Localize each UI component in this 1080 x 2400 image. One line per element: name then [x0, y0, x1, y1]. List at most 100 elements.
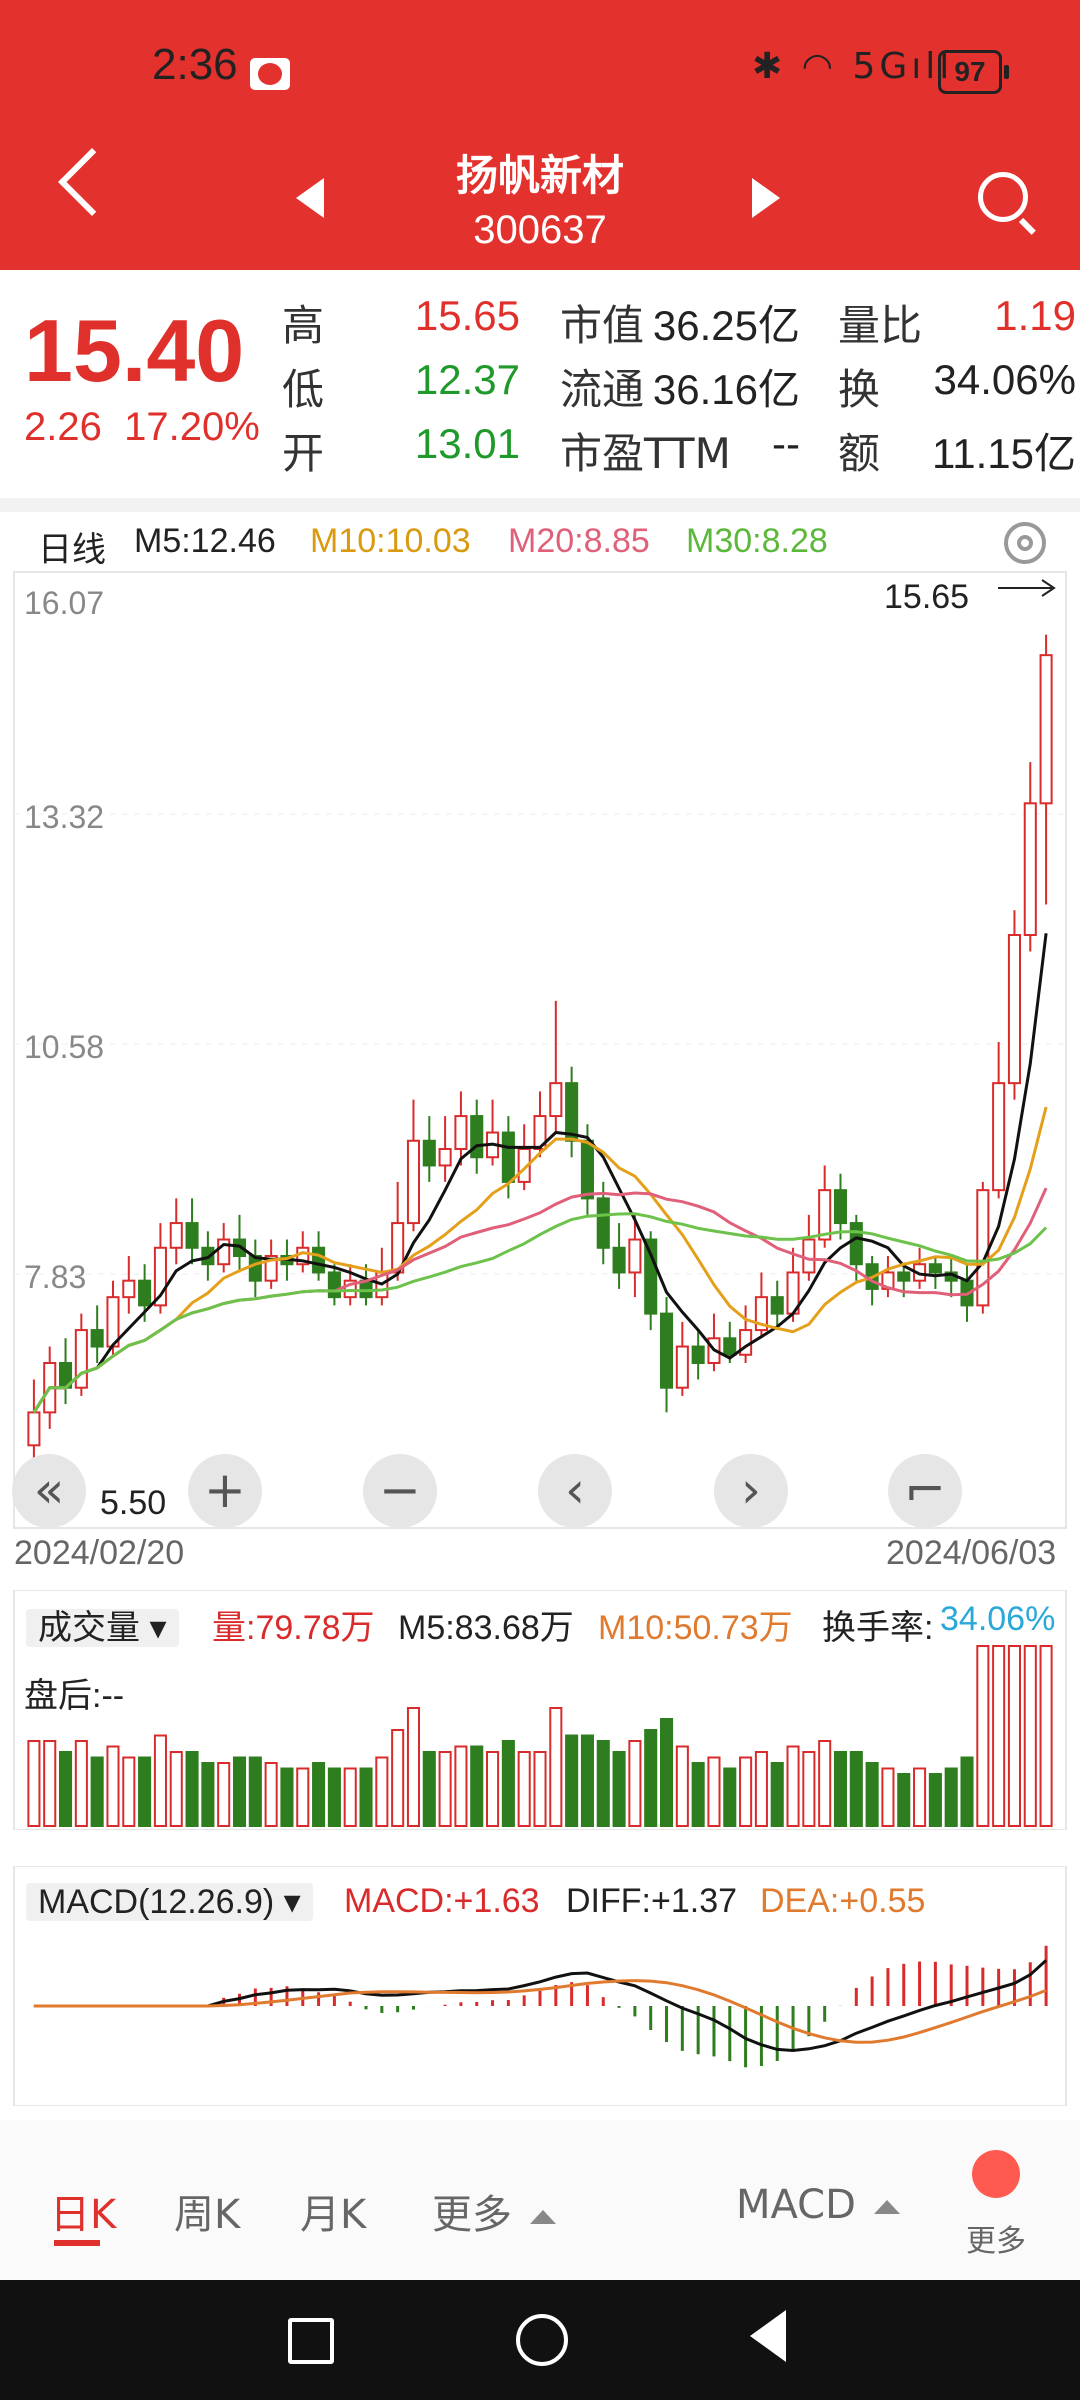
- tab-weekly-k[interactable]: 周K: [174, 2182, 240, 2240]
- candle: [264, 1239, 278, 1289]
- candle: [185, 1198, 199, 1265]
- volume-bar: [122, 1756, 136, 1827]
- back-nav-icon[interactable]: [750, 2310, 786, 2362]
- change-percent: 17.20%: [124, 405, 260, 449]
- float-value: 36.16亿: [652, 366, 800, 413]
- search-icon[interactable]: [978, 172, 1028, 222]
- volume-bar: [739, 1756, 753, 1827]
- caret-up-icon: [530, 2210, 556, 2224]
- more-icon[interactable]: [972, 2150, 1020, 2198]
- mktcap-label: 市值: [560, 301, 645, 350]
- candle: [90, 1305, 104, 1363]
- amount-label: 额: [838, 429, 881, 478]
- volume-bar: [992, 1645, 1006, 1827]
- volume-bar: [359, 1767, 373, 1827]
- volume-bar: [786, 1745, 800, 1827]
- macd-dropdown[interactable]: MACD(12.26.9) ▾: [26, 1882, 313, 1922]
- candle: [517, 1124, 531, 1191]
- candle: [549, 1000, 563, 1133]
- volume-bar: [944, 1767, 958, 1827]
- diff-value: DIFF:+1.37: [566, 1882, 738, 1920]
- indicator-selector[interactable]: MACD: [736, 2182, 900, 2228]
- volume-bar: [1023, 1645, 1037, 1827]
- volume-bar: [849, 1751, 863, 1827]
- network-label: 5G: [852, 46, 912, 87]
- candle: [786, 1247, 800, 1322]
- current-price: 15.40: [24, 301, 245, 400]
- volume-bar: [659, 1718, 674, 1827]
- dea-value: DEA:+0.55: [760, 1882, 926, 1920]
- divider: [0, 498, 1080, 512]
- more-label[interactable]: 更多: [966, 2216, 1026, 2260]
- candle: [1039, 634, 1053, 905]
- volume-bar: [549, 1707, 563, 1827]
- volume-bar: [169, 1751, 183, 1827]
- volume-bar: [565, 1734, 579, 1827]
- home-icon[interactable]: [516, 2314, 568, 2366]
- next-stock-icon[interactable]: [752, 178, 780, 218]
- volume-bar: [675, 1745, 689, 1827]
- pan-right-button[interactable]: ›: [714, 1454, 788, 1528]
- candle: [470, 1099, 484, 1174]
- ma5-line: [32, 933, 1048, 1414]
- ma30-label: M30:8.28: [686, 522, 828, 560]
- volratio-label: 量比: [838, 301, 923, 350]
- candle: [486, 1099, 500, 1166]
- high-marker-label: 15.65: [884, 578, 969, 616]
- zoom-in-button[interactable]: +: [188, 1454, 262, 1528]
- volume-bar: [897, 1773, 911, 1827]
- change-value: 2.26: [24, 405, 102, 449]
- ma20-line: [32, 1187, 1048, 1414]
- tab-more[interactable]: 更多: [432, 2182, 556, 2240]
- pan-left-button[interactable]: ‹: [538, 1454, 612, 1528]
- zoom-out-button[interactable]: −: [363, 1454, 437, 1528]
- tab-daily-k[interactable]: 日K: [50, 2182, 116, 2240]
- volume-bar: [1007, 1645, 1021, 1827]
- candle: [248, 1239, 262, 1298]
- volume-bar: [976, 1645, 990, 1827]
- candle: [438, 1116, 452, 1182]
- fullscreen-button[interactable]: ⌐: [888, 1454, 962, 1528]
- y-tick-top: 16.07: [24, 585, 104, 621]
- high-label: 高: [282, 301, 325, 350]
- y-tick-2: 13.32: [24, 799, 104, 835]
- prev-stock-icon[interactable]: [296, 178, 324, 218]
- candle: [739, 1305, 753, 1363]
- mktcap-value: 36.25亿: [652, 302, 800, 349]
- amount-value: 11.15亿: [932, 430, 1076, 477]
- open-value: 13.01: [414, 420, 520, 467]
- volume-bar: [248, 1756, 262, 1827]
- volume-bar: [754, 1751, 768, 1827]
- recents-icon[interactable]: [288, 2318, 334, 2364]
- volume-bar: [375, 1756, 389, 1827]
- volume-bar: [43, 1740, 57, 1827]
- indicator-selector-label: MACD: [736, 2182, 856, 2228]
- candle: [59, 1338, 73, 1405]
- volume-bar: [486, 1751, 500, 1827]
- y-tick-bottom: 5.50: [100, 1484, 166, 1522]
- ma5-label: M5:12.46: [134, 522, 276, 560]
- caret-up-icon: [873, 2200, 900, 2214]
- volume-bar: [881, 1767, 895, 1827]
- tab-monthly-k[interactable]: 月K: [300, 2182, 366, 2240]
- period-label[interactable]: 日线: [38, 522, 106, 571]
- macd-label: MACD(12.26.9): [38, 1883, 275, 1921]
- volume-bar: [691, 1762, 705, 1827]
- candle: [992, 1041, 1006, 1199]
- volume-bar: [391, 1729, 405, 1827]
- volume-chart: [13, 1590, 1067, 1830]
- candlestick-chart[interactable]: 16.07 13.32 10.58 7.83 5.50 15.65: [0, 570, 1080, 1530]
- rewind-button[interactable]: «: [12, 1454, 86, 1528]
- volume-bar: [343, 1767, 357, 1827]
- candle: [232, 1214, 247, 1273]
- volume-bar: [596, 1740, 610, 1827]
- candle: [976, 1181, 990, 1314]
- pe-value: --: [772, 420, 800, 467]
- gear-icon[interactable]: [1004, 522, 1046, 564]
- volume-bar: [201, 1762, 215, 1827]
- end-date: 2024/06/03: [886, 1534, 1057, 1572]
- volume-bar: [770, 1762, 784, 1827]
- volume-bar: [27, 1740, 41, 1827]
- stock-name: 扬帆新材: [455, 151, 624, 200]
- volume-bar: [217, 1762, 231, 1827]
